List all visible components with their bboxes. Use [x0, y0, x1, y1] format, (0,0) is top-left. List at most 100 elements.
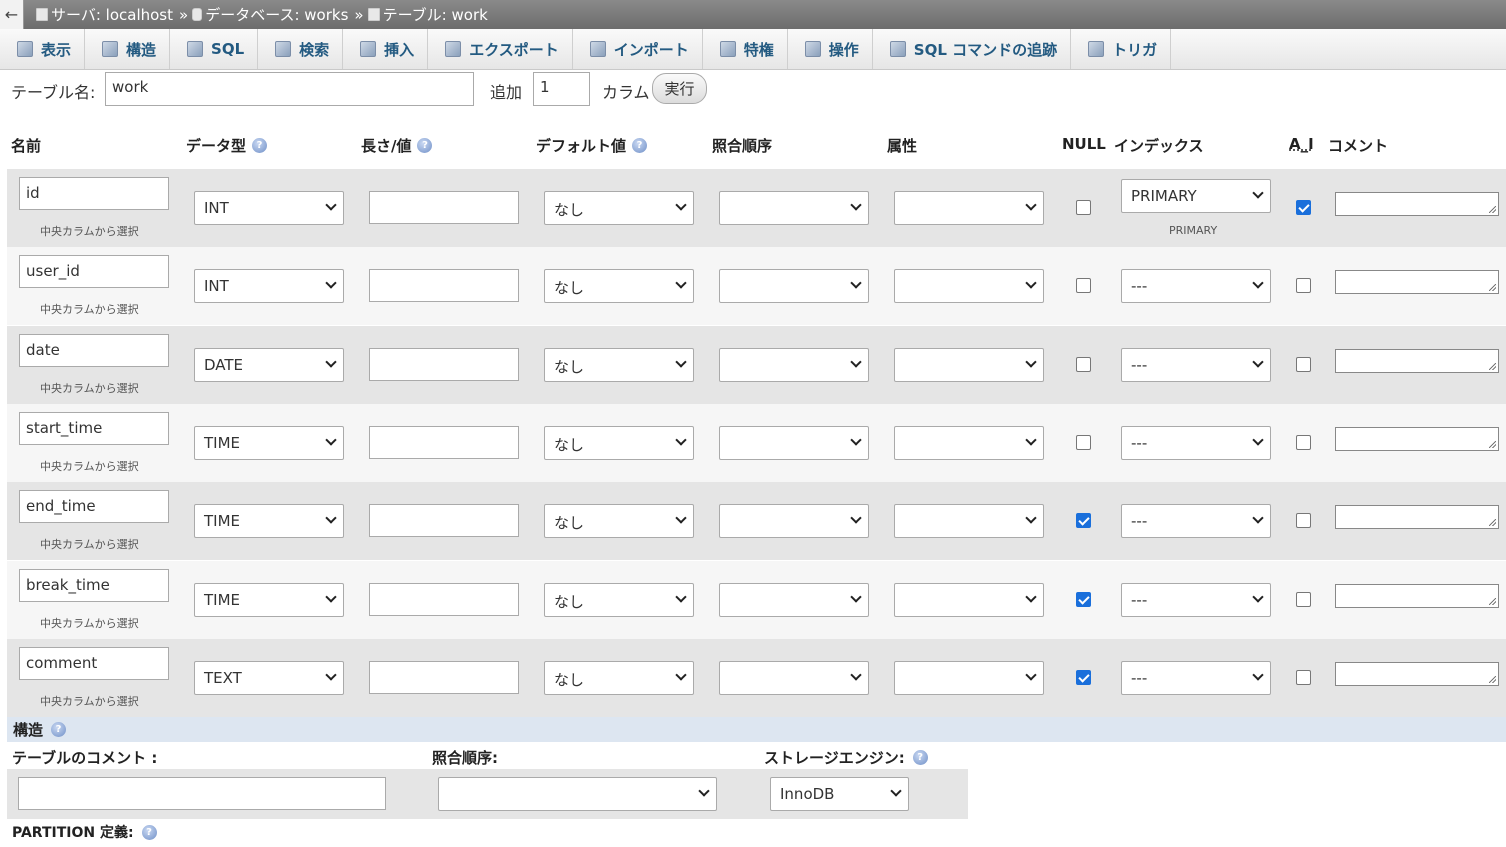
- table-comment-input[interactable]: [18, 777, 386, 810]
- index-select[interactable]: ---: [1121, 583, 1271, 617]
- null-checkbox[interactable]: [1076, 278, 1091, 293]
- column-comment-textarea[interactable]: [1335, 270, 1499, 294]
- central-columns-link[interactable]: 中央カラムから選択: [40, 301, 139, 317]
- attributes-select[interactable]: [894, 504, 1044, 538]
- column-comment-textarea[interactable]: [1335, 349, 1499, 373]
- central-columns-link[interactable]: 中央カラムから選択: [40, 615, 139, 631]
- column-comment-textarea[interactable]: [1335, 584, 1499, 608]
- auto-increment-checkbox[interactable]: [1296, 670, 1311, 685]
- column-type-select[interactable]: TIME: [194, 504, 344, 538]
- help-icon[interactable]: ?: [51, 722, 67, 737]
- index-select[interactable]: ---: [1121, 426, 1271, 460]
- default-select[interactable]: なし: [544, 661, 694, 695]
- length-input[interactable]: [369, 504, 519, 537]
- index-select[interactable]: ---: [1121, 269, 1271, 303]
- index-select[interactable]: PRIMARY: [1121, 179, 1271, 213]
- column-name-input[interactable]: id: [19, 177, 169, 210]
- breadcrumb-table[interactable]: テーブル: work: [367, 4, 488, 25]
- null-checkbox[interactable]: [1076, 592, 1091, 607]
- collation-select[interactable]: [719, 269, 869, 303]
- tab-insert[interactable]: 挿入: [343, 29, 429, 69]
- tab-operations[interactable]: 操作: [788, 29, 873, 69]
- default-select[interactable]: なし: [544, 504, 694, 538]
- attributes-select[interactable]: [894, 348, 1044, 382]
- tab-triggers[interactable]: トリガ: [1071, 29, 1172, 69]
- attributes-select[interactable]: [894, 269, 1044, 303]
- length-input[interactable]: [369, 661, 519, 694]
- column-type-select[interactable]: TIME: [194, 583, 344, 617]
- attributes-select[interactable]: [894, 191, 1044, 225]
- default-select[interactable]: なし: [544, 269, 694, 303]
- central-columns-link[interactable]: 中央カラムから選択: [40, 458, 139, 474]
- breadcrumb-database[interactable]: データベース: works: [192, 4, 348, 25]
- default-select[interactable]: なし: [544, 426, 694, 460]
- breadcrumb-server[interactable]: サーバ: localhost: [36, 4, 173, 25]
- null-checkbox[interactable]: [1076, 435, 1091, 450]
- column-comment-textarea[interactable]: [1335, 505, 1499, 529]
- collation-select[interactable]: [719, 661, 869, 695]
- collation-select[interactable]: [719, 583, 869, 617]
- null-checkbox[interactable]: [1076, 670, 1091, 685]
- help-icon[interactable]: ?: [912, 750, 928, 765]
- central-columns-link[interactable]: 中央カラムから選択: [40, 536, 139, 552]
- table-collation-select[interactable]: [438, 777, 717, 811]
- default-select[interactable]: なし: [544, 191, 694, 225]
- collation-select[interactable]: [719, 348, 869, 382]
- central-columns-link[interactable]: 中央カラムから選択: [40, 693, 139, 709]
- auto-increment-checkbox[interactable]: [1296, 278, 1311, 293]
- tab-privileges[interactable]: 特権: [703, 29, 788, 69]
- column-name-input[interactable]: break_time: [19, 569, 169, 602]
- auto-increment-checkbox[interactable]: [1296, 435, 1311, 450]
- column-name-input[interactable]: start_time: [19, 412, 169, 445]
- attributes-select[interactable]: [894, 583, 1044, 617]
- default-select[interactable]: なし: [544, 583, 694, 617]
- attributes-select[interactable]: [894, 661, 1044, 695]
- column-comment-textarea[interactable]: [1335, 427, 1499, 451]
- auto-increment-checkbox[interactable]: [1296, 513, 1311, 528]
- help-icon[interactable]: ?: [252, 138, 268, 153]
- column-comment-textarea[interactable]: [1335, 662, 1499, 686]
- add-count-input[interactable]: 1: [533, 72, 590, 106]
- column-comment-textarea[interactable]: [1335, 192, 1499, 216]
- null-checkbox[interactable]: [1076, 200, 1091, 215]
- collation-select[interactable]: [719, 426, 869, 460]
- column-name-input[interactable]: date: [19, 334, 169, 367]
- tab-export[interactable]: エクスポート: [428, 29, 573, 69]
- tab-search[interactable]: 検索: [258, 29, 344, 69]
- collation-select[interactable]: [719, 504, 869, 538]
- attributes-select[interactable]: [894, 426, 1044, 460]
- length-input[interactable]: [369, 583, 519, 616]
- column-type-select[interactable]: DATE: [194, 348, 344, 382]
- column-name-input[interactable]: user_id: [19, 255, 169, 288]
- auto-increment-checkbox[interactable]: [1296, 200, 1311, 215]
- length-input[interactable]: [369, 348, 519, 381]
- column-type-select[interactable]: TIME: [194, 426, 344, 460]
- central-columns-link[interactable]: 中央カラムから選択: [40, 380, 139, 396]
- back-arrow-icon[interactable]: ←: [0, 0, 24, 29]
- index-select[interactable]: ---: [1121, 661, 1271, 695]
- help-icon[interactable]: ?: [417, 138, 433, 153]
- auto-increment-checkbox[interactable]: [1296, 592, 1311, 607]
- column-type-select[interactable]: INT: [194, 191, 344, 225]
- length-input[interactable]: [369, 269, 519, 302]
- table-name-input[interactable]: work: [105, 72, 474, 106]
- column-type-select[interactable]: TEXT: [194, 661, 344, 695]
- column-name-input[interactable]: comment: [19, 647, 169, 680]
- tab-browse[interactable]: 表示: [0, 29, 86, 69]
- help-icon[interactable]: ?: [632, 138, 648, 153]
- central-columns-link[interactable]: 中央カラムから選択: [40, 223, 139, 239]
- column-type-select[interactable]: INT: [194, 269, 344, 303]
- auto-increment-checkbox[interactable]: [1296, 357, 1311, 372]
- collation-select[interactable]: [719, 191, 869, 225]
- help-icon[interactable]: ?: [141, 824, 157, 840]
- index-select[interactable]: ---: [1121, 504, 1271, 538]
- null-checkbox[interactable]: [1076, 513, 1091, 528]
- length-input[interactable]: [369, 191, 519, 224]
- default-select[interactable]: なし: [544, 348, 694, 382]
- null-checkbox[interactable]: [1076, 357, 1091, 372]
- execute-button[interactable]: 実行: [652, 73, 707, 104]
- tab-structure[interactable]: 構造: [85, 29, 171, 69]
- column-name-input[interactable]: end_time: [19, 490, 169, 523]
- tab-tracking[interactable]: SQL コマンドの追跡: [873, 29, 1072, 69]
- length-input[interactable]: [369, 426, 519, 459]
